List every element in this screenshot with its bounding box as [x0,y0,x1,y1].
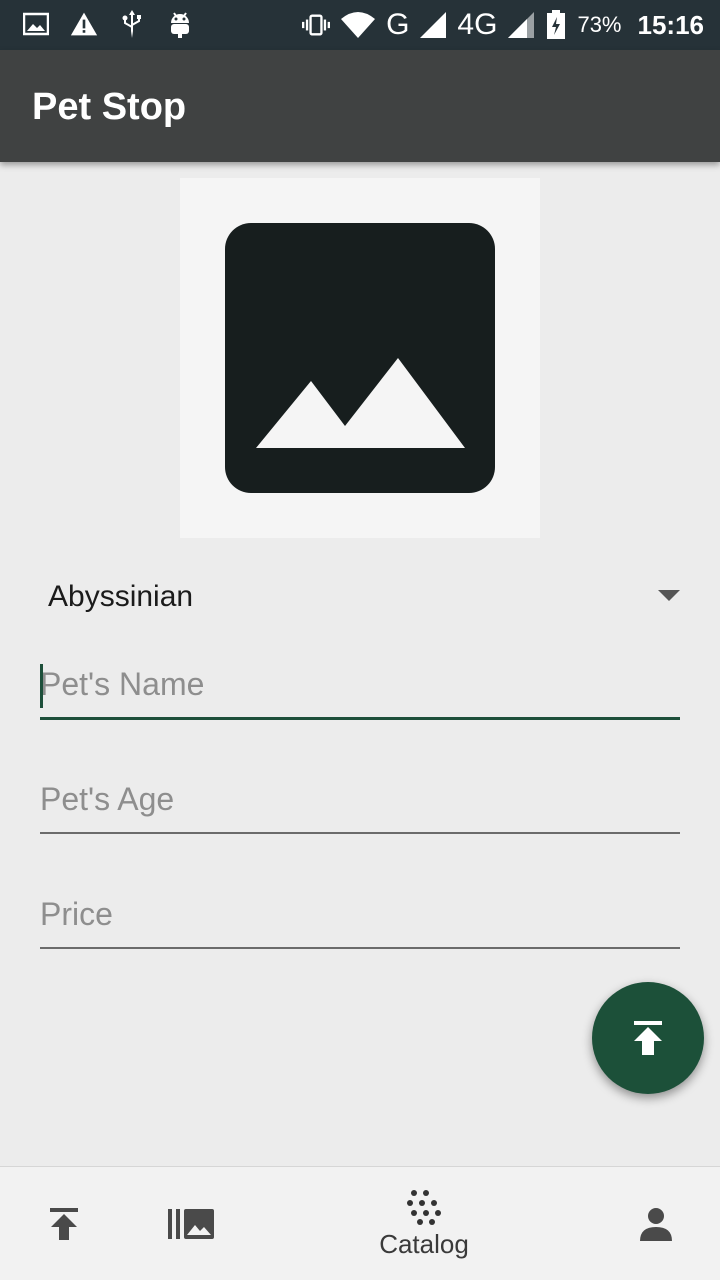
gallery-icon [168,1209,214,1239]
nav-item-profile[interactable] [616,1167,696,1280]
pet-age-field-container [40,774,680,834]
upload-fab-button[interactable] [592,982,704,1094]
vibrate-icon [302,9,331,41]
nav-label-catalog: Catalog [379,1228,469,1259]
person-icon [640,1208,672,1241]
status-bar: G 4G 73% 15:16 [0,0,720,50]
dropdown-arrow-icon [658,590,680,601]
text-cursor [40,664,43,708]
network-type-g: G [386,8,410,41]
nav-item-gallery[interactable] [150,1167,234,1280]
pet-image-picker[interactable] [180,178,540,538]
warning-icon [70,8,98,40]
app-bar: Pet Stop [0,50,720,162]
wifi-icon [340,9,376,41]
nav-item-upload[interactable] [24,1167,104,1280]
android-debug-icon [166,8,194,40]
pet-name-field-container [40,660,680,720]
battery-charging-icon [545,9,567,41]
catalog-icon [407,1189,441,1225]
upload-icon [50,1208,78,1240]
upload-icon [634,1021,662,1055]
price-input[interactable] [40,889,680,949]
signal-icon [419,9,447,41]
bottom-navigation: Catalog [0,1166,720,1280]
signal-icon [507,9,535,41]
clock: 15:16 [637,9,705,40]
gallery-notification-icon [22,8,50,40]
nav-item-catalog[interactable]: Catalog [344,1167,504,1280]
image-placeholder-icon [225,223,495,493]
app-title: Pet Stop [32,86,187,128]
usb-icon [118,8,146,40]
battery-percent: 73% [577,12,622,37]
breed-selected-value: Abyssinian [48,580,194,613]
pet-age-input[interactable] [40,774,680,834]
network-type-4g: 4G [457,8,498,41]
price-field-container [40,889,680,949]
pet-name-input[interactable] [40,660,680,720]
breed-spinner[interactable]: Abyssinian [40,570,680,626]
